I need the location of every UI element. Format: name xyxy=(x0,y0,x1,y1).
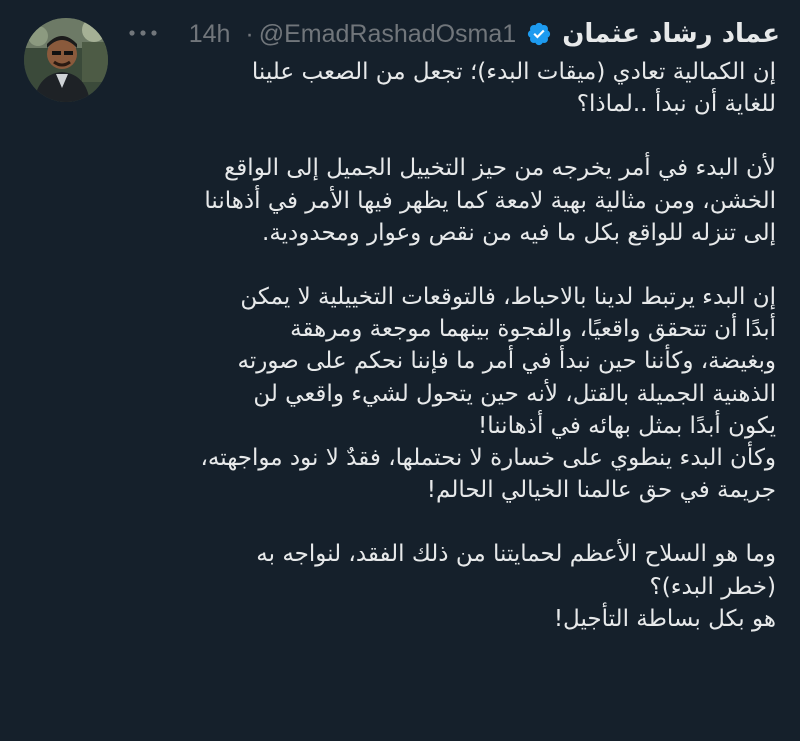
author-display-name[interactable]: عماد رشاد عثمان xyxy=(562,19,780,49)
verified-badge-icon xyxy=(528,22,551,46)
paragraph: إن الكمالية تعادي (ميقات البدء)؛ تجعل من… xyxy=(20,56,776,120)
author-handle[interactable]: @EmadRashadOsma1 xyxy=(259,20,516,49)
text-line: إن البدء يرتبط لدينا بالاحباط، فالتوقعات… xyxy=(240,284,776,311)
tweet-text: إن الكمالية تعادي (ميقات البدء)؛ تجعل من… xyxy=(20,56,777,635)
more-button[interactable] xyxy=(126,20,160,46)
tweet-header: 14h · @EmadRashadOsma1 عماد رشاد عثمان xyxy=(120,14,780,54)
separator-dot: · xyxy=(245,19,254,48)
more-horizontal-icon xyxy=(129,30,157,36)
text-line: جريمة في حق عالمنا الخيالي الحالم! xyxy=(426,477,776,504)
text-line: إن الكمالية تعادي (ميقات البدء)؛ تجعل من… xyxy=(251,59,776,85)
tweet-time[interactable]: 14h xyxy=(189,20,231,49)
text-line: أبدًا أن تتحقق واقعيًا، والفجوة بينهما م… xyxy=(290,316,776,343)
text-line: هو بكل بساطة التأجيل! xyxy=(553,605,776,632)
text-line: يكون أبدًا بمثل بهائه في أذهاننا! xyxy=(478,412,776,439)
text-line: إلى تنزله للواقع بكل ما فيه من نقص وعوار… xyxy=(262,219,776,246)
text-line: وكأن البدء ينطوي على خسارة لا نحتملها، ف… xyxy=(200,445,777,472)
text-line: وما هو السلاح الأعظم لحمايتنا من ذلك الف… xyxy=(256,541,776,568)
paragraph: لأن البدء في أمر يخرجه من حيز التخييل ال… xyxy=(20,152,776,249)
text-line: وبغيضة، وكأننا حين نبدأ في أمر ما فإننا … xyxy=(237,348,776,375)
text-line: (خطر البدء)؟ xyxy=(649,573,776,600)
tweet[interactable]: 14h · @EmadRashadOsma1 عماد رشاد عثمان إ… xyxy=(0,0,800,741)
text-line: الخشن، ومن مثالية بهية لامعة كما يظهر في… xyxy=(204,187,776,214)
paragraph: إن البدء يرتبط لدينا بالاحباط، فالتوقعات… xyxy=(20,281,777,506)
paragraph: وما هو السلاح الأعظم لحمايتنا من ذلك الف… xyxy=(20,538,776,635)
text-line: للغاية أن نبدأ ..لماذا؟ xyxy=(576,91,776,118)
text-line: الذهنية الجميلة بالقتل، لأنه حين يتحول ل… xyxy=(253,380,776,407)
author-row: 14h · @EmadRashadOsma1 عماد رشاد عثمان xyxy=(189,14,780,54)
text-line: لأن البدء في أمر يخرجه من حيز التخييل ال… xyxy=(224,155,776,182)
